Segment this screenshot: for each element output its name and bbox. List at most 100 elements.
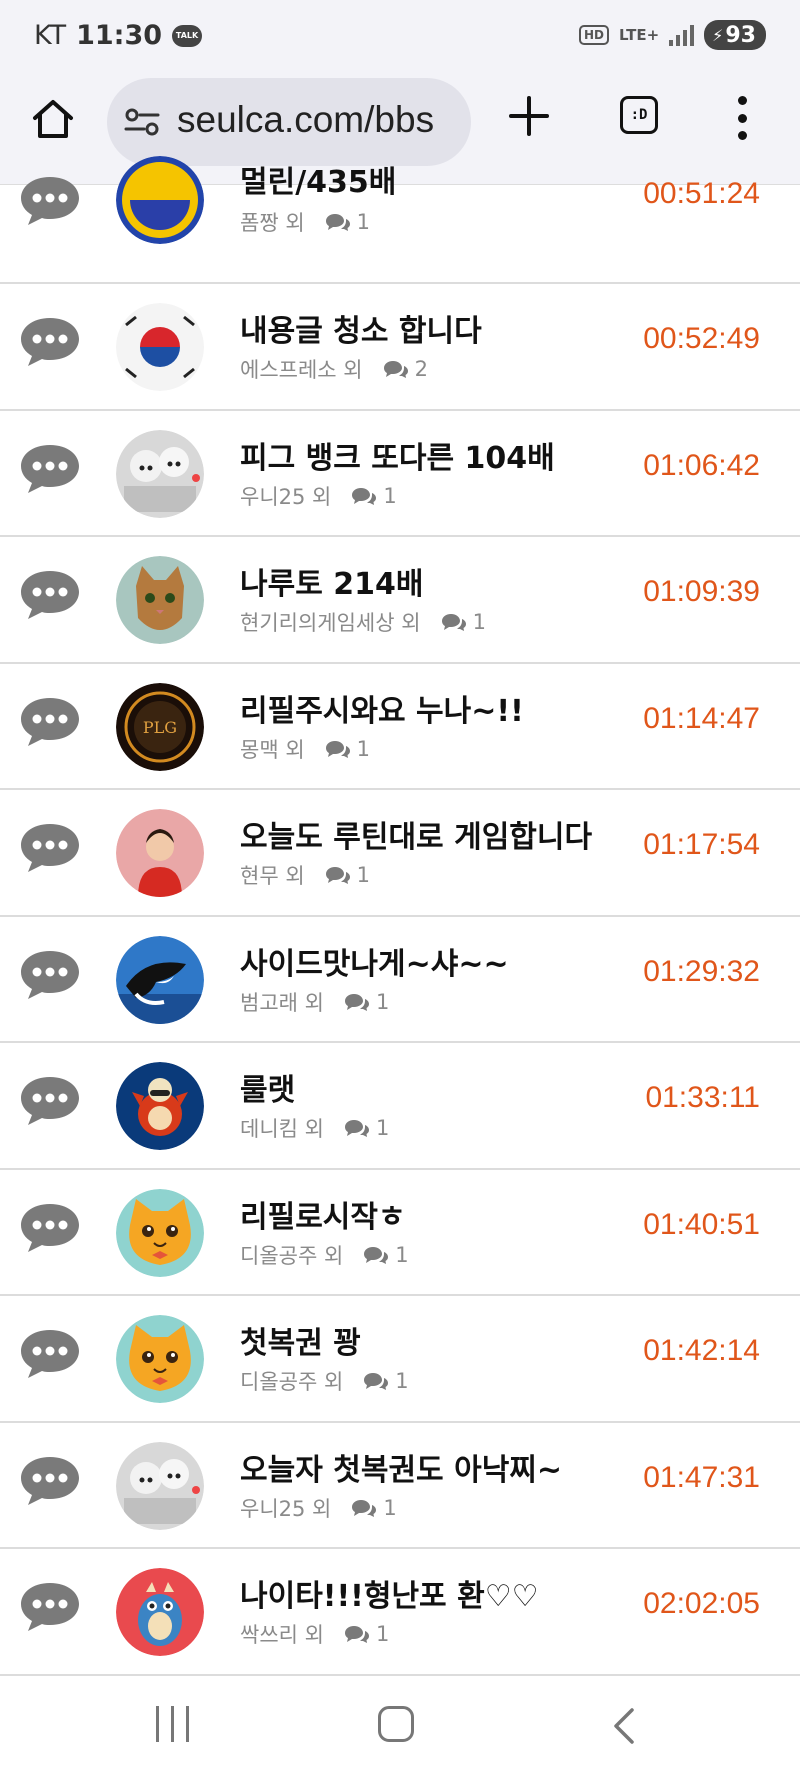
clock: 11:30 bbox=[76, 20, 163, 51]
post-meta: 데니킴 외 1 bbox=[240, 1113, 389, 1143]
post-meta: 몽맥 외 1 bbox=[240, 734, 370, 764]
post-author: 범고래 외 bbox=[240, 990, 324, 1015]
svg-text:PLG: PLG bbox=[143, 718, 177, 737]
tab-switcher-label: :D bbox=[630, 107, 648, 123]
comment-count: 1 bbox=[383, 483, 397, 508]
post-title[interactable]: 나루토 214배 bbox=[240, 559, 423, 603]
talk-icon-label: TALK bbox=[175, 31, 199, 40]
back-icon[interactable] bbox=[610, 1706, 638, 1746]
signal-icon bbox=[669, 24, 695, 46]
post-time: 01:17:54 bbox=[643, 828, 760, 861]
comments-icon bbox=[364, 1246, 389, 1264]
user-avatar bbox=[116, 1315, 204, 1403]
home-nav-icon[interactable] bbox=[378, 1706, 414, 1742]
battery-level: 93 bbox=[725, 22, 756, 48]
post-title[interactable]: 리필주시와요 누나~!! bbox=[240, 686, 524, 730]
post-title[interactable]: 내용글 청소 합니다 bbox=[240, 306, 482, 350]
post-row[interactable]: 나루토 214배현기리의게임세상 외 1 01:09:39 bbox=[0, 537, 800, 664]
more-menu-icon[interactable] bbox=[735, 96, 749, 140]
recent-apps-icon[interactable] bbox=[156, 1706, 189, 1742]
post-title[interactable]: 오늘자 첫복권도 아낙찌~ bbox=[240, 1445, 562, 1489]
post-time: 01:33:11 bbox=[645, 1081, 760, 1114]
lte-icon: LTE+ bbox=[619, 25, 660, 44]
carrier-label: KT bbox=[34, 20, 67, 51]
battery-icon: ⚡ 93 bbox=[704, 20, 766, 50]
comments-icon bbox=[383, 361, 408, 378]
comment-count: 1 bbox=[383, 1495, 397, 1520]
post-author: 현무 외 bbox=[240, 864, 305, 888]
post-row[interactable]: 리필로시작ㅎ 디올공주 외 1 01:40:51 bbox=[0, 1170, 800, 1296]
new-tab-icon[interactable] bbox=[508, 95, 550, 137]
post-meta: 디올공주 외 1 bbox=[240, 1366, 409, 1396]
post-title[interactable]: 멀린/435배 bbox=[240, 157, 396, 201]
speech-bubble-icon bbox=[21, 1583, 79, 1631]
comments-icon bbox=[352, 487, 377, 505]
home-icon[interactable] bbox=[30, 96, 76, 142]
speech-bubble-icon bbox=[21, 950, 79, 999]
post-title[interactable]: 피그 뱅크 또다른 104배 bbox=[240, 433, 555, 477]
post-row[interactable]: 나이타!!!형난포 환♡♡ 싹쓰리 외 1 02:02:05 bbox=[0, 1549, 800, 1676]
user-avatar bbox=[116, 1568, 204, 1656]
post-time: 01:42:14 bbox=[643, 1334, 760, 1367]
post-row[interactable]: 룰랫데니킴 외 1 01:33:11 bbox=[0, 1043, 800, 1170]
post-author: 현기리의게임세상 외 bbox=[240, 611, 421, 635]
comments-icon bbox=[325, 214, 350, 231]
post-row[interactable]: 오늘자 첫복권도 아낙찌~ 우니25 외 1 01:47:31 bbox=[0, 1423, 800, 1549]
user-avatar bbox=[116, 935, 204, 1024]
post-title[interactable]: 오늘도 루틴대로 게임합니다 bbox=[240, 812, 592, 856]
site-settings-icon[interactable] bbox=[124, 107, 160, 137]
post-row[interactable]: 내용글 청소 합니다에스프레소 외 2 00:52:49 bbox=[0, 284, 800, 411]
post-time: 01:40:51 bbox=[643, 1207, 760, 1241]
post-time: 00:52:49 bbox=[643, 322, 760, 355]
comment-count: 1 bbox=[375, 1116, 390, 1140]
speech-bubble-icon bbox=[21, 571, 79, 619]
post-title[interactable]: 리필로시작ㅎ bbox=[240, 1192, 406, 1236]
post-title[interactable]: 나이타!!!형난포 환♡♡ bbox=[240, 1571, 538, 1615]
comments-icon bbox=[325, 740, 350, 758]
post-row[interactable]: 사이드맛나게~샤~~ 범고래 외 1 01:29:32 bbox=[0, 917, 800, 1043]
post-row[interactable]: PLG 리필주시와요 누나~!! 몽맥 외 1 01:14:47 bbox=[0, 664, 800, 790]
user-avatar: PLG bbox=[116, 682, 204, 771]
user-avatar bbox=[116, 429, 204, 518]
post-row[interactable]: 멀린/435배 폼짱 외 1 00:51:24 bbox=[0, 156, 800, 284]
post-author: 싹쓰리 외 bbox=[240, 1623, 324, 1647]
speech-bubble-icon bbox=[21, 1330, 79, 1378]
post-title[interactable]: 사이드맛나게~샤~~ bbox=[240, 939, 509, 983]
speech-bubble-icon bbox=[21, 824, 79, 872]
speech-bubble-icon bbox=[21, 318, 79, 366]
post-time: 01:47:31 bbox=[643, 1460, 760, 1494]
post-time: 01:06:42 bbox=[643, 448, 760, 482]
user-avatar bbox=[116, 809, 204, 897]
post-title[interactable]: 첫복권 꽝 bbox=[240, 1318, 361, 1362]
post-title[interactable]: 룰랫 bbox=[240, 1065, 295, 1109]
speech-bubble-icon bbox=[21, 177, 79, 225]
post-author: 데니킴 외 bbox=[240, 1117, 324, 1141]
post-meta: 에스프레소 외 2 bbox=[240, 354, 428, 384]
kakaotalk-icon: TALK bbox=[172, 24, 203, 47]
post-meta: 우니25 외 1 bbox=[240, 1493, 397, 1523]
comments-icon bbox=[325, 867, 350, 884]
comment-count: 1 bbox=[356, 736, 371, 761]
post-meta: 폼짱 외 1 bbox=[240, 207, 370, 237]
post-row[interactable]: 첫복권 꽝디올공주 외 1 01:42:14 bbox=[0, 1296, 800, 1423]
tab-switcher-button[interactable]: :D bbox=[620, 96, 658, 134]
post-meta: 현무 외 1 bbox=[240, 860, 370, 890]
post-meta: 우니25 외 1 bbox=[240, 481, 397, 511]
comment-count: 1 bbox=[395, 1369, 409, 1393]
post-row[interactable]: 오늘도 루틴대로 게임합니다현무 외 1 01:17:54 bbox=[0, 790, 800, 917]
url-text[interactable]: seulca.com/bbs bbox=[177, 99, 434, 141]
user-avatar bbox=[116, 1062, 204, 1150]
comment-count: 2 bbox=[414, 357, 428, 381]
speech-bubble-icon bbox=[21, 1203, 79, 1252]
speech-bubble-icon bbox=[21, 1456, 79, 1505]
post-row[interactable]: 피그 뱅크 또다른 104배우니25 외 1 01:06:42 bbox=[0, 411, 800, 537]
post-meta: 범고래 외 1 bbox=[240, 987, 389, 1017]
address-bar[interactable]: seulca.com/bbs bbox=[107, 78, 471, 166]
comment-count: 1 bbox=[375, 989, 390, 1014]
post-time: 01:09:39 bbox=[643, 575, 760, 608]
user-avatar bbox=[116, 556, 204, 644]
post-time: 02:02:05 bbox=[643, 1587, 760, 1620]
post-author: 에스프레소 외 bbox=[240, 358, 363, 382]
post-meta: 현기리의게임세상 외 1 bbox=[240, 607, 486, 637]
comment-count: 1 bbox=[395, 1242, 409, 1267]
